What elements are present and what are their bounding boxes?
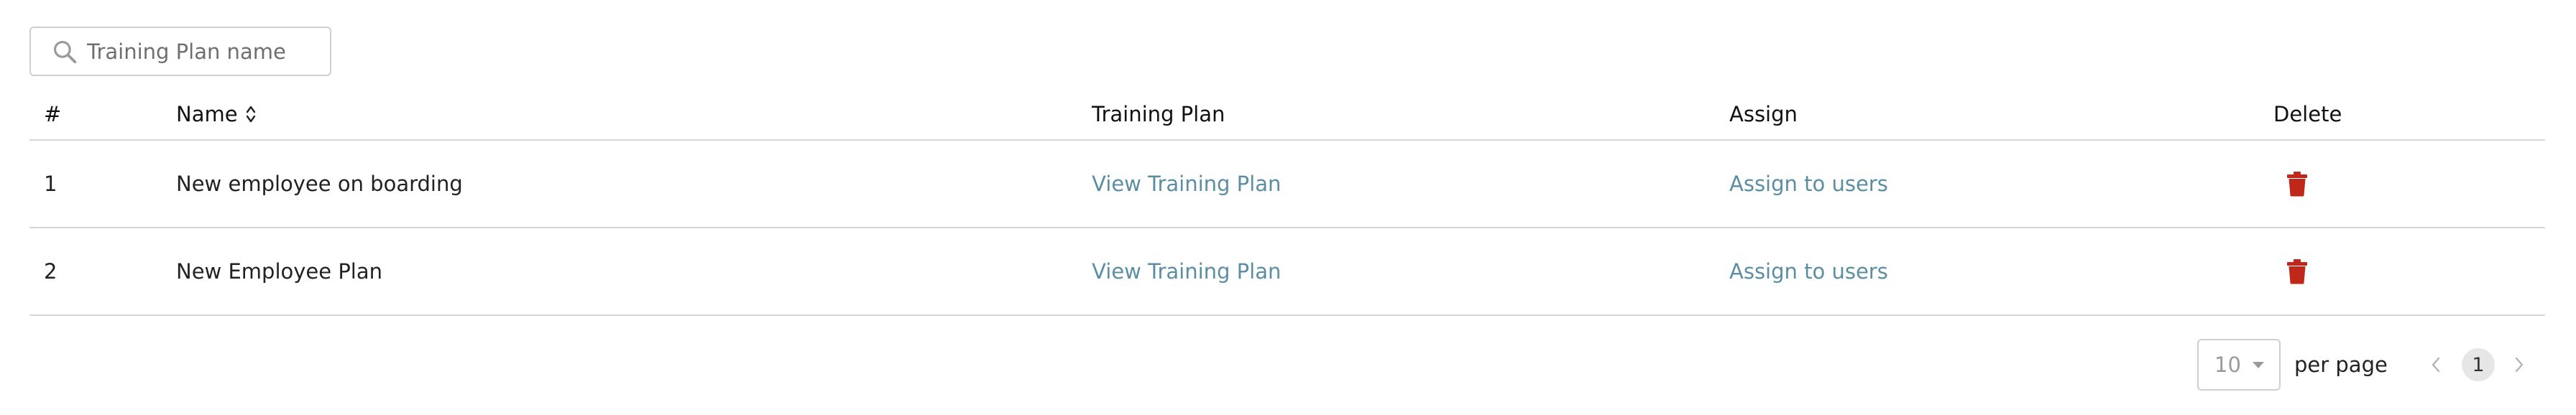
search-input[interactable] <box>87 39 317 64</box>
plan-name: New employee on boarding <box>176 172 463 196</box>
pagination: 10 per page 1 <box>0 339 2576 391</box>
trash-icon[interactable] <box>2286 171 2308 197</box>
table-row: 1 New employee on boarding View Training… <box>29 141 2545 228</box>
column-header-delete: Delete <box>2273 102 2342 126</box>
table-header-row: # Name Training Plan Assign Delete <box>29 89 2545 141</box>
column-header-number: # <box>44 102 62 126</box>
chevron-down-icon <box>2252 361 2264 368</box>
search-box[interactable] <box>29 27 331 76</box>
plan-name: New Employee Plan <box>176 259 383 284</box>
assign-to-users-link[interactable]: Assign to users <box>1729 228 1888 314</box>
delete-cell <box>2273 141 2308 227</box>
search-icon <box>51 38 78 65</box>
column-header-name-label: Name <box>176 102 238 126</box>
page-number-button[interactable]: 1 <box>2462 348 2495 381</box>
view-training-plan-link[interactable]: View Training Plan <box>1092 228 1281 314</box>
sort-icon[interactable] <box>245 103 257 125</box>
row-number: 1 <box>44 172 58 196</box>
row-number: 2 <box>44 259 58 284</box>
view-training-plan-link[interactable]: View Training Plan <box>1092 141 1281 227</box>
training-plans-table: # Name Training Plan Assign Delete 1 New… <box>29 89 2545 316</box>
assign-to-users-link[interactable]: Assign to users <box>1729 141 1888 227</box>
column-header-training-plan: Training Plan <box>1092 102 1225 126</box>
per-page-value: 10 <box>2214 353 2241 377</box>
delete-cell <box>2273 228 2308 314</box>
per-page-label: per page <box>2294 353 2388 377</box>
column-header-name[interactable]: Name <box>176 89 257 139</box>
chevron-left-icon[interactable] <box>2429 339 2442 391</box>
chevron-right-icon[interactable] <box>2513 339 2526 391</box>
column-header-assign: Assign <box>1729 102 1798 126</box>
table-row: 2 New Employee Plan View Training Plan A… <box>29 228 2545 316</box>
trash-icon[interactable] <box>2286 258 2308 284</box>
per-page-select[interactable]: 10 <box>2197 339 2281 391</box>
